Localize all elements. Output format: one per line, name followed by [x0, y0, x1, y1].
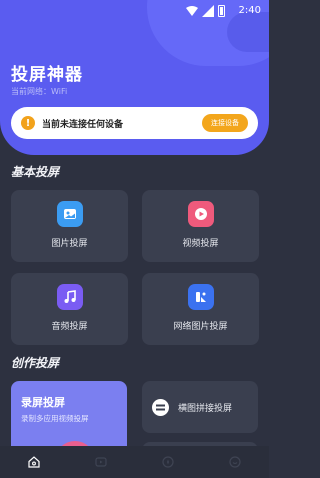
app-title: 投屏神器	[11, 65, 83, 85]
discover-icon	[162, 456, 174, 468]
status-bar: 2:40	[0, 0, 269, 22]
battery-icon	[218, 5, 225, 17]
splice-icon	[152, 398, 169, 416]
image-cast-label: 图片投屏	[51, 239, 88, 249]
wifi-icon	[186, 6, 198, 16]
connection-status-bar: ! 当前未连接任何设备 连接设备	[11, 107, 258, 139]
web-image-icon	[187, 284, 214, 310]
profile-icon	[229, 456, 241, 468]
nav-discover[interactable]	[161, 455, 175, 469]
audio-cast-card[interactable]: 音频投屏	[11, 273, 128, 345]
home-icon	[28, 456, 40, 468]
bottom-nav	[0, 446, 269, 478]
connection-status-text: 当前未连接任何设备	[42, 119, 124, 130]
nav-home[interactable]	[27, 455, 41, 469]
image-splice-label: 横图拼接投屏	[178, 403, 233, 414]
basic-section-title: 基本投屏	[11, 165, 60, 179]
connect-device-button[interactable]: 连接设备	[202, 114, 248, 132]
network-status: 当前网络：WiFi	[11, 87, 68, 96]
creative-section-title: 创作投屏	[11, 356, 60, 370]
status-time: 2:40	[238, 5, 261, 16]
image-cast-card[interactable]: 图片投屏	[11, 190, 128, 262]
cast-icon	[95, 457, 107, 467]
image-splice-cast-card[interactable]: 横图拼接投屏	[142, 381, 258, 433]
nav-profile[interactable]	[228, 455, 242, 469]
video-cast-card[interactable]: 视频投屏	[142, 190, 259, 262]
music-note-icon	[56, 284, 83, 310]
nav-cast[interactable]	[94, 455, 108, 469]
warning-icon: !	[21, 116, 35, 130]
screen-record-title: 录屏投屏	[21, 396, 65, 409]
image-icon	[56, 201, 83, 227]
web-image-cast-card[interactable]: 网络图片投屏	[142, 273, 259, 345]
video-play-icon	[187, 201, 214, 227]
signal-icon	[202, 5, 214, 17]
screen-record-subtitle: 录制多应用视频投屏	[21, 414, 89, 423]
video-cast-label: 视频投屏	[182, 239, 219, 249]
web-image-cast-label: 网络图片投屏	[173, 322, 228, 332]
audio-cast-label: 音频投屏	[51, 322, 88, 332]
